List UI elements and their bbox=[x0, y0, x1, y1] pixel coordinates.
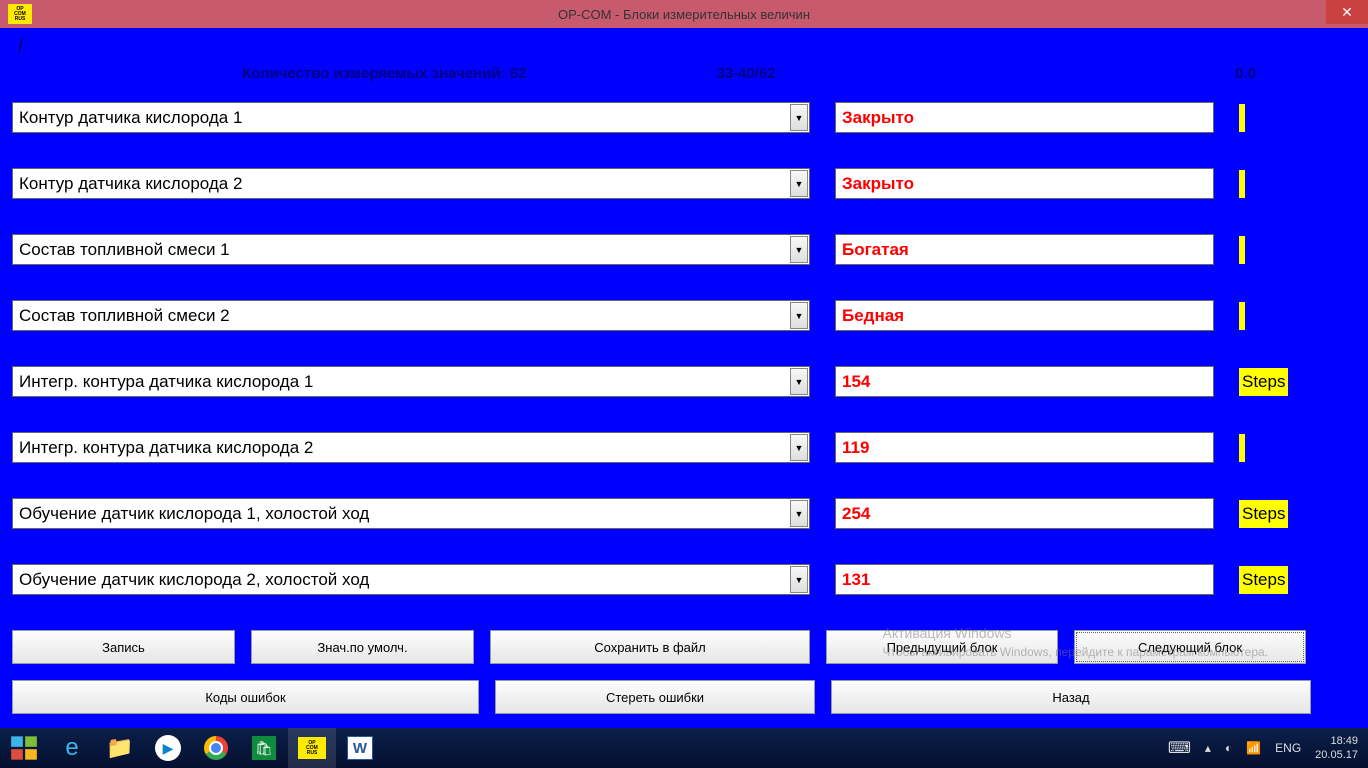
tray-shield-icon[interactable]: ◐ bbox=[1225, 741, 1232, 755]
tray-chevron-icon[interactable]: ▴ bbox=[1205, 741, 1211, 755]
parameter-label: Контур датчика кислорода 2 bbox=[19, 174, 242, 194]
opcom-taskbar-icon[interactable]: OPCOMRUS bbox=[288, 728, 336, 768]
start-button[interactable] bbox=[0, 728, 48, 768]
chevron-down-icon[interactable]: ▼ bbox=[790, 500, 808, 527]
parameter-label: Состав топливной смеси 1 bbox=[19, 240, 230, 260]
measurement-row: Контур датчика кислорода 2 ▼ Закрыто bbox=[12, 168, 1356, 199]
range-label: 33-40/62 bbox=[717, 65, 776, 82]
unit-label: Steps bbox=[1239, 368, 1288, 396]
parameter-select[interactable]: Контур датчика кислорода 2 ▼ bbox=[12, 168, 810, 199]
unit-label bbox=[1239, 302, 1245, 330]
chevron-down-icon[interactable]: ▼ bbox=[790, 566, 808, 593]
parameter-label: Интегр. контура датчика кислорода 2 bbox=[19, 438, 313, 458]
parameter-select[interactable]: Обучение датчик кислорода 1, холостой хо… bbox=[12, 498, 810, 529]
app-icon: OP COM RUS bbox=[8, 4, 32, 24]
language-indicator[interactable]: ENG bbox=[1275, 741, 1301, 755]
parameter-select[interactable]: Интегр. контура датчика кислорода 1 ▼ bbox=[12, 366, 810, 397]
store-icon: 🛍 bbox=[252, 736, 276, 760]
chevron-down-icon[interactable]: ▼ bbox=[790, 434, 808, 461]
measurement-row: Интегр. контура датчика кислорода 1 ▼ 154 S… bbox=[12, 366, 1356, 397]
chevron-down-icon[interactable]: ▼ bbox=[790, 170, 808, 197]
parameter-select[interactable]: Контур датчика кислорода 1 ▼ bbox=[12, 102, 810, 133]
chevron-down-icon[interactable]: ▼ bbox=[790, 302, 808, 329]
explorer-taskbar-icon[interactable]: 📁 bbox=[96, 728, 144, 768]
value-display: 119 bbox=[835, 432, 1214, 463]
unit-label: Steps bbox=[1239, 566, 1288, 594]
measurement-row: Контур датчика кислорода 1 ▼ Закрыто bbox=[12, 102, 1356, 133]
parameter-label: Контур датчика кислорода 1 bbox=[19, 108, 242, 128]
windows-icon bbox=[10, 734, 38, 762]
system-tray: ⌨ ▴ ◐ 📶 ENG 18:49 20.05.17 bbox=[1168, 728, 1368, 768]
parameter-label: Состав топливной смеси 2 bbox=[19, 306, 230, 326]
value-display: 254 bbox=[835, 498, 1214, 529]
parameter-select[interactable]: Состав топливной смеси 2 ▼ bbox=[12, 300, 810, 331]
value-display: Бедная bbox=[835, 300, 1214, 331]
measurement-row: Состав топливной смеси 2 ▼ Бедная bbox=[12, 300, 1356, 331]
value-display: Закрыто bbox=[835, 168, 1214, 199]
value-display: Богатая bbox=[835, 234, 1214, 265]
next-block-button[interactable]: Следующий блок bbox=[1074, 630, 1306, 664]
word-icon: W bbox=[347, 736, 373, 760]
parameter-label: Обучение датчик кислорода 2, холостой хо… bbox=[19, 570, 369, 590]
speed-label: 0.0 bbox=[1235, 65, 1256, 82]
record-button[interactable]: Запись bbox=[12, 630, 235, 664]
taskbar: e 📁 ▶ 🛍 OPCOMRUS W ⌨ ▴ ◐ 📶 ENG 18:49 20.… bbox=[0, 728, 1368, 768]
unit-label bbox=[1239, 236, 1245, 264]
measurement-row: Обучение датчик кислорода 1, холостой хо… bbox=[12, 498, 1356, 529]
folder-icon: 📁 bbox=[106, 735, 133, 761]
clear-errors-button[interactable]: Стереть ошибки bbox=[495, 680, 815, 714]
unit-label bbox=[1239, 104, 1245, 132]
play-icon: ▶ bbox=[155, 735, 181, 761]
player-taskbar-icon[interactable]: ▶ bbox=[144, 728, 192, 768]
error-codes-button[interactable]: Коды ошибок bbox=[12, 680, 479, 714]
word-taskbar-icon[interactable]: W bbox=[336, 728, 384, 768]
header-info: Количество измеряемых значений: 62 33-40… bbox=[12, 61, 1356, 102]
ie-taskbar-icon[interactable]: e bbox=[48, 728, 96, 768]
value-display: Закрыто bbox=[835, 102, 1214, 133]
measurement-row: Обучение датчик кислорода 2, холостой хо… bbox=[12, 564, 1356, 595]
parameter-label: Обучение датчик кислорода 1, холостой хо… bbox=[19, 504, 369, 524]
prev-block-button[interactable]: Предыдущий блок bbox=[826, 630, 1058, 664]
unit-label bbox=[1239, 170, 1245, 198]
ie-icon: e bbox=[65, 734, 78, 762]
chrome-icon bbox=[204, 736, 228, 760]
opcom-icon: OPCOMRUS bbox=[298, 737, 326, 759]
close-button[interactable]: ✕ bbox=[1326, 0, 1368, 24]
measurement-row: Интегр. контура датчика кислорода 2 ▼ 119 bbox=[12, 432, 1356, 463]
parameter-select[interactable]: Состав топливной смеси 1 ▼ bbox=[12, 234, 810, 265]
defaults-button[interactable]: Знач.по умолч. bbox=[251, 630, 474, 664]
chrome-taskbar-icon[interactable] bbox=[192, 728, 240, 768]
window-titlebar: OP COM RUS OP-COM - Блоки измерительных … bbox=[0, 0, 1368, 28]
chevron-down-icon[interactable]: ▼ bbox=[790, 368, 808, 395]
parameter-select[interactable]: Интегр. контура датчика кислорода 2 ▼ bbox=[12, 432, 810, 463]
clock[interactable]: 18:49 20.05.17 bbox=[1315, 734, 1358, 762]
unit-label: Steps bbox=[1239, 500, 1288, 528]
window-title: OP-COM - Блоки измерительных величин bbox=[558, 7, 810, 22]
value-display: 131 bbox=[835, 564, 1214, 595]
measurement-row: Состав топливной смеси 1 ▼ Богатая bbox=[12, 234, 1356, 265]
chevron-down-icon[interactable]: ▼ bbox=[790, 236, 808, 263]
unit-label bbox=[1239, 434, 1245, 462]
tray-network-icon[interactable]: 📶 bbox=[1246, 741, 1261, 755]
chevron-down-icon[interactable]: ▼ bbox=[790, 104, 808, 131]
save-file-button[interactable]: Сохранить в файл bbox=[490, 630, 810, 664]
store-taskbar-icon[interactable]: 🛍 bbox=[240, 728, 288, 768]
value-display: 154 bbox=[835, 366, 1214, 397]
parameter-label: Интегр. контура датчика кислорода 1 bbox=[19, 372, 313, 392]
count-label: Количество измеряемых значений: 62 bbox=[242, 65, 527, 82]
header-slash: / bbox=[12, 28, 1356, 61]
parameter-select[interactable]: Обучение датчик кислорода 2, холостой хо… bbox=[12, 564, 810, 595]
back-button[interactable]: Назад bbox=[831, 680, 1311, 714]
keyboard-icon[interactable]: ⌨ bbox=[1168, 738, 1191, 758]
